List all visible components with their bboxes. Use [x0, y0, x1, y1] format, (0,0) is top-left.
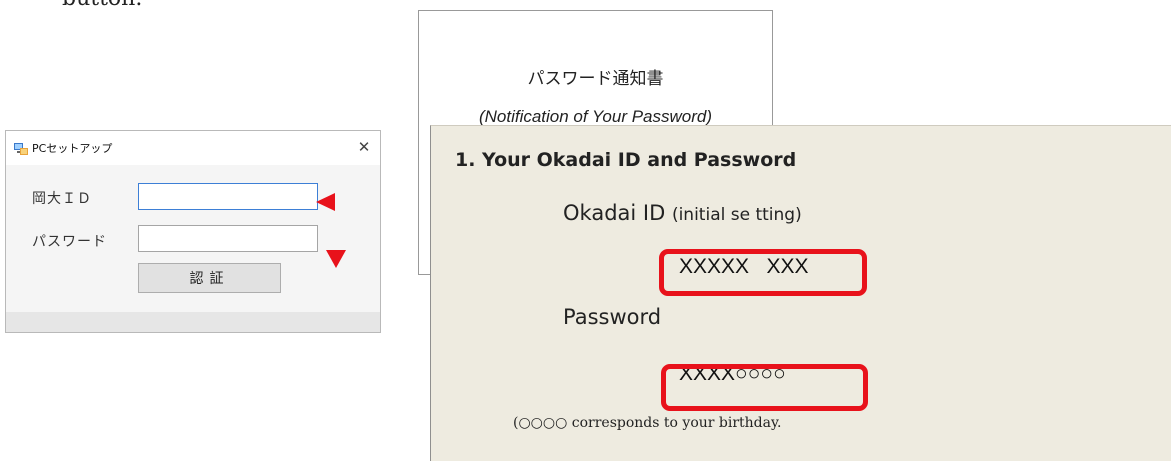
auth-button[interactable]: 認証	[138, 263, 281, 293]
birthday-note: (○○○○ corresponds to your birthday.	[513, 415, 782, 431]
password-doc-label: Password	[563, 305, 662, 329]
page-text-fragment: button.	[62, 0, 142, 11]
red-pointer-arrow-icon	[316, 193, 335, 211]
notice-subtitle: (Notification of Your Password)	[478, 107, 713, 126]
okadai-id-input[interactable]	[138, 183, 318, 210]
pc-setup-dialog: PCセットアップ ✕ 岡大ＩＤ パスワード 認証	[5, 130, 381, 333]
red-pointer-arrow-icon	[326, 250, 346, 268]
notice-title: パスワード通知書	[527, 69, 664, 89]
okadai-id-label: 岡大ＩＤ	[32, 191, 92, 207]
dialog-footer	[6, 312, 380, 332]
dialog-titlebar: PCセットアップ ✕	[6, 131, 380, 165]
okadai-id-doc-label-note: (initial se tting)	[671, 205, 802, 225]
id-highlight-box	[659, 249, 867, 296]
setup-app-icon	[13, 140, 29, 156]
password-document-panel: 1. Your Okadai ID and Password Okadai ID…	[430, 125, 1171, 461]
password-highlight-box	[661, 364, 868, 411]
okadai-id-doc-label-main: Okadai ID	[563, 201, 666, 225]
password-label: パスワード	[32, 234, 107, 250]
okadai-id-doc-label: Okadai ID (initial se tting)	[563, 201, 802, 225]
dialog-title: PCセットアップ	[32, 142, 113, 155]
close-icon[interactable]: ✕	[352, 136, 376, 158]
password-input[interactable]	[138, 225, 318, 252]
section-heading: 1. Your Okadai ID and Password	[455, 149, 797, 171]
